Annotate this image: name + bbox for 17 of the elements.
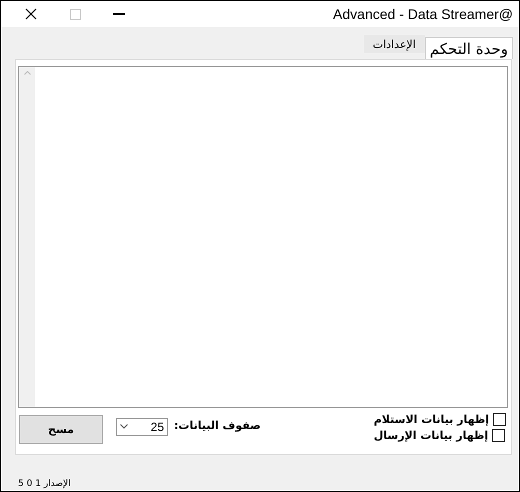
close-icon xyxy=(25,8,37,20)
tab[interactable]: الإعدادات xyxy=(364,35,425,54)
checkbox[interactable] xyxy=(492,428,506,442)
version-text: الإصدار 1 0 5 xyxy=(18,479,71,489)
minimize-icon xyxy=(113,13,125,16)
window-title: Advanced - Data Streamer@ xyxy=(333,6,513,22)
scrollbar[interactable] xyxy=(19,66,35,407)
rows-value: 25 xyxy=(150,420,164,434)
chevron-down-icon xyxy=(120,424,128,430)
checkbox[interactable] xyxy=(493,412,506,426)
rows-label: صفوف البيانات: xyxy=(174,418,261,432)
tab[interactable]: وحدة التحكم xyxy=(424,36,513,59)
checkbox-label: إظهار بيانات الإرسال xyxy=(374,428,488,442)
clear-button[interactable]: مسح xyxy=(19,414,103,444)
checkbox-label: إظهار بيانات الاستلام xyxy=(374,412,489,426)
square-icon xyxy=(70,8,80,20)
rows-dropdown[interactable]: 25 xyxy=(116,418,168,436)
